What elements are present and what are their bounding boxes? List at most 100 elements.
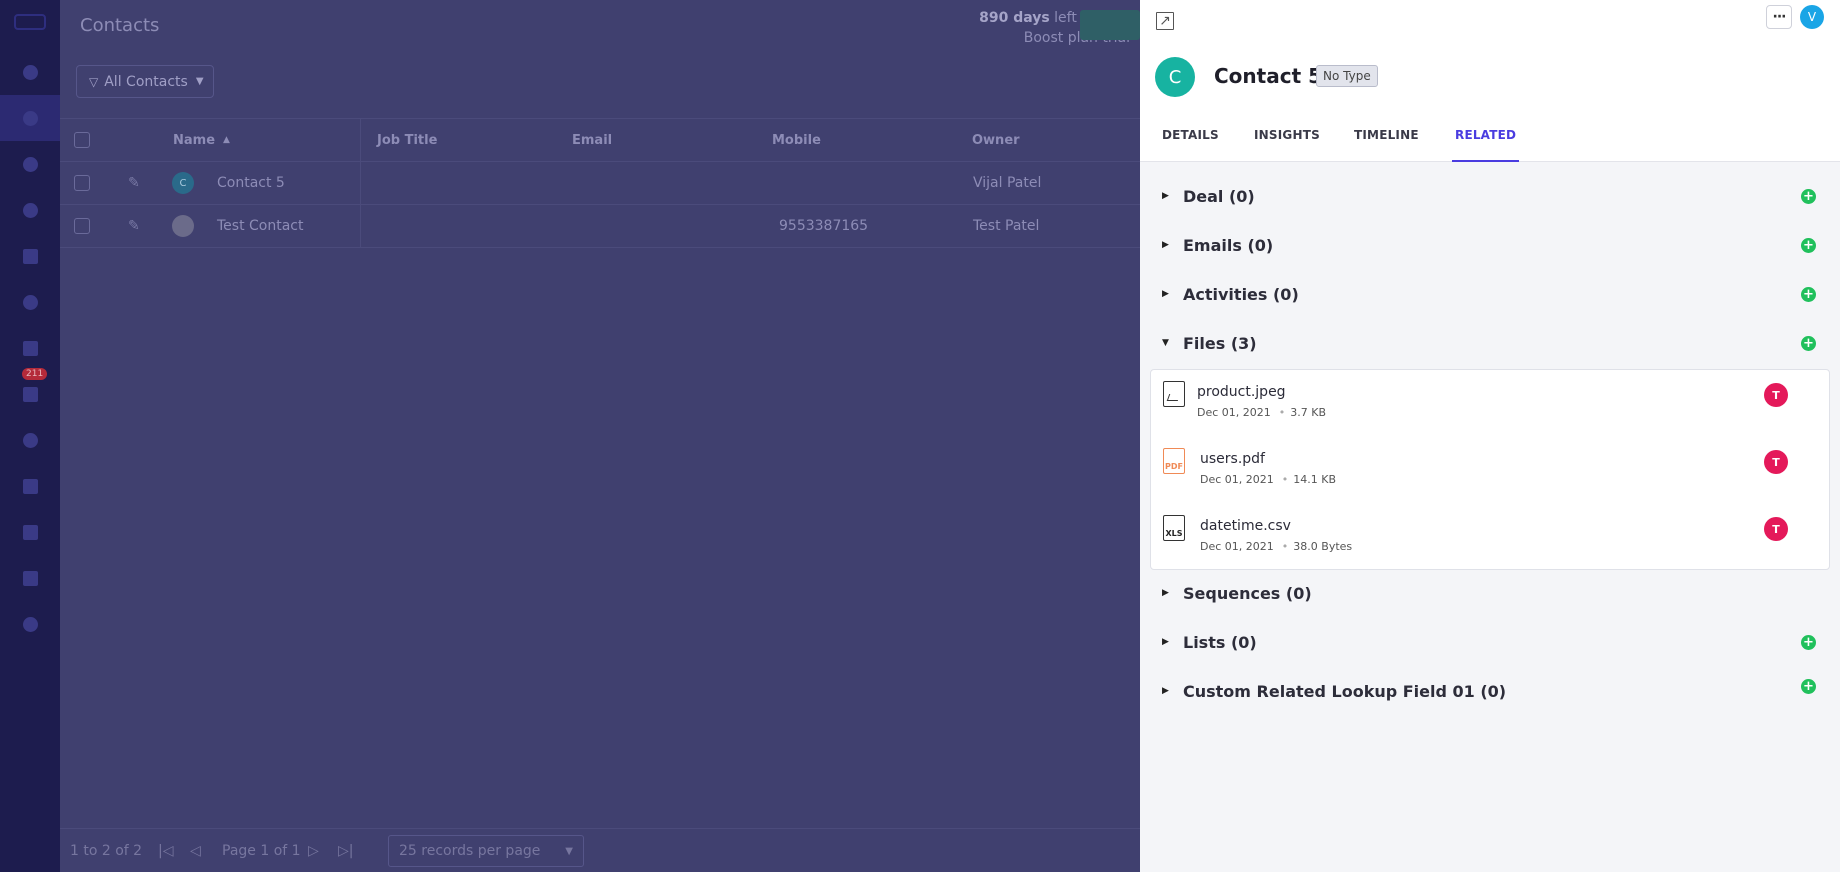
- section-deal[interactable]: ▶ Deal (0) +: [1140, 176, 1840, 216]
- contact-name: Contact 5: [1214, 64, 1323, 88]
- column-header-name[interactable]: Name ▲: [173, 119, 230, 161]
- pagination-bar: 1 to 2 of 2 |◁ ◁ Page 1 of 1 ▷ ▷| 25 rec…: [60, 828, 1140, 872]
- owner-cell: Test Patel: [973, 218, 1040, 234]
- nav-products-icon[interactable]: [0, 279, 60, 325]
- sort-asc-icon: ▲: [223, 135, 230, 145]
- row-checkbox[interactable]: [74, 218, 90, 234]
- nav-companies-icon[interactable]: [0, 233, 60, 279]
- caret-right-icon: ▶: [1162, 588, 1169, 598]
- add-email-icon[interactable]: +: [1801, 237, 1816, 253]
- table-header: Name ▲ Job Title Email Mobile Owner: [60, 118, 1140, 162]
- nav-tasks-icon[interactable]: [0, 141, 60, 187]
- more-options-button[interactable]: ···: [1766, 5, 1792, 29]
- prev-page-icon[interactable]: ◁: [190, 829, 201, 872]
- inbox-count-badge: 211: [22, 368, 48, 380]
- avatar[interactable]: T: [1764, 450, 1788, 474]
- tab-insights[interactable]: INSIGHTS: [1254, 128, 1320, 162]
- section-activities[interactable]: ▶ Activities (0) +: [1140, 274, 1840, 314]
- records-per-page-select[interactable]: 25 records per page ▼: [388, 835, 584, 867]
- column-header-mobile[interactable]: Mobile: [772, 119, 821, 161]
- mobile-cell[interactable]: 9553387165: [779, 205, 868, 247]
- nav-dashboard-icon[interactable]: [0, 49, 60, 95]
- contacts-list-page: Contacts 890 days left in your Boost pla…: [60, 0, 1182, 872]
- pdf-file-icon: PDF: [1163, 448, 1185, 474]
- column-header-owner[interactable]: Owner: [972, 119, 1020, 161]
- caret-right-icon: ▶: [1162, 240, 1169, 250]
- add-file-icon[interactable]: +: [1801, 335, 1816, 351]
- tab-related[interactable]: RELATED: [1452, 128, 1520, 162]
- files-list: product.jpeg Dec 01, 2021 • 3.7 KB T PDF u…: [1150, 369, 1830, 570]
- page-title: Contacts: [80, 15, 160, 36]
- contact-name-link[interactable]: Test Contact: [217, 205, 304, 247]
- add-lookup-icon[interactable]: +: [1801, 679, 1816, 694]
- file-meta: Dec 01, 2021 • 14.1 KB: [1200, 473, 1337, 486]
- add-activity-icon[interactable]: +: [1801, 286, 1816, 302]
- contact-name-link[interactable]: Contact 5: [217, 162, 285, 204]
- nav-more-icon[interactable]: [0, 601, 60, 647]
- edit-pencil-icon[interactable]: ✎: [128, 218, 140, 234]
- first-page-icon[interactable]: |◁: [158, 829, 173, 872]
- file-name[interactable]: datetime.csv: [1200, 518, 1291, 534]
- nav-reports-icon[interactable]: [0, 555, 60, 601]
- caret-right-icon: ▶: [1162, 191, 1169, 201]
- upgrade-button[interactable]: [1080, 10, 1140, 40]
- contact-type-badge[interactable]: No Type: [1316, 65, 1378, 87]
- caret-down-icon: ▼: [1162, 338, 1169, 348]
- avatar: [172, 215, 194, 237]
- table-row[interactable]: ✎ C Contact 5 Vijal Patel: [60, 162, 1140, 205]
- column-header-email[interactable]: Email: [572, 119, 612, 161]
- chevron-down-icon: ▼: [565, 845, 573, 857]
- drawer-header: ↗ ··· V C Contact 5 No Type DETAILS INSI…: [1140, 0, 1840, 162]
- column-header-job-title[interactable]: Job Title: [377, 119, 437, 161]
- avatar[interactable]: T: [1764, 383, 1788, 407]
- section-files[interactable]: ▼ Files (3) +: [1140, 323, 1840, 363]
- nav-calendar-icon[interactable]: [0, 463, 60, 509]
- section-lists[interactable]: ▶ Lists (0) +: [1140, 622, 1840, 662]
- section-emails[interactable]: ▶ Emails (0) +: [1140, 225, 1840, 265]
- contact-drawer: ↗ ··· V C Contact 5 No Type DETAILS INSI…: [1140, 0, 1840, 872]
- nav-deals-icon[interactable]: [0, 187, 60, 233]
- next-page-icon[interactable]: ▷: [308, 829, 319, 872]
- filter-icon: ▽: [89, 74, 99, 89]
- list-item[interactable]: PDF users.pdf Dec 01, 2021 • 14.1 KB T: [1151, 437, 1831, 503]
- add-deal-icon[interactable]: +: [1801, 188, 1816, 204]
- file-meta: Dec 01, 2021 • 38.0 Bytes: [1200, 540, 1353, 553]
- avatar: C: [172, 172, 194, 194]
- contact-avatar: C: [1155, 57, 1195, 97]
- avatar[interactable]: T: [1764, 517, 1788, 541]
- edit-pencil-icon[interactable]: ✎: [128, 175, 140, 191]
- file-meta: Dec 01, 2021 • 3.7 KB: [1197, 406, 1327, 419]
- section-custom-lookup[interactable]: ▶ Custom Related Lookup Field 01 (0) +: [1140, 671, 1840, 711]
- tab-timeline[interactable]: TIMELINE: [1354, 128, 1419, 162]
- file-name[interactable]: product.jpeg: [1197, 384, 1286, 400]
- select-all-checkbox[interactable]: [74, 132, 90, 148]
- caret-right-icon: ▶: [1162, 686, 1169, 696]
- caret-right-icon: ▶: [1162, 637, 1169, 647]
- list-item[interactable]: XLS datetime.csv Dec 01, 2021 • 38.0 Bytes…: [1151, 504, 1831, 570]
- nav-chat-icon[interactable]: [0, 417, 60, 463]
- avatar[interactable]: V: [1800, 5, 1824, 29]
- drawer-tabs: DETAILS INSIGHTS TIMELINE RELATED: [1140, 128, 1840, 162]
- xls-file-icon: XLS: [1163, 515, 1185, 541]
- last-page-icon[interactable]: ▷|: [338, 829, 353, 872]
- left-nav-rail: 211: [0, 0, 60, 872]
- view-filter-dropdown[interactable]: ▽ All Contacts ▼: [76, 65, 214, 98]
- app-logo[interactable]: [14, 14, 46, 30]
- list-item[interactable]: product.jpeg Dec 01, 2021 • 3.7 KB T: [1151, 370, 1831, 436]
- open-full-view-icon[interactable]: ↗: [1156, 12, 1174, 30]
- add-list-icon[interactable]: +: [1801, 634, 1816, 650]
- row-checkbox[interactable]: [74, 175, 90, 191]
- chevron-down-icon: ▼: [195, 76, 204, 87]
- tab-details[interactable]: DETAILS: [1162, 128, 1219, 162]
- nav-email-icon[interactable]: [0, 325, 60, 371]
- record-range: 1 to 2 of 2: [70, 843, 143, 859]
- nav-contacts-icon[interactable]: [0, 95, 60, 141]
- file-name[interactable]: users.pdf: [1200, 451, 1265, 467]
- owner-cell: Vijal Patel: [973, 175, 1042, 191]
- trial-days: 890 days: [979, 10, 1050, 26]
- caret-right-icon: ▶: [1162, 289, 1169, 299]
- nav-messages-icon[interactable]: [0, 509, 60, 555]
- section-sequences[interactable]: ▶ Sequences (0): [1140, 573, 1840, 613]
- table-row[interactable]: ✎ Test Contact 9553387165 Test Patel: [60, 205, 1140, 248]
- contacts-table: Name ▲ Job Title Email Mobile Owner ✎ C C…: [60, 118, 1140, 248]
